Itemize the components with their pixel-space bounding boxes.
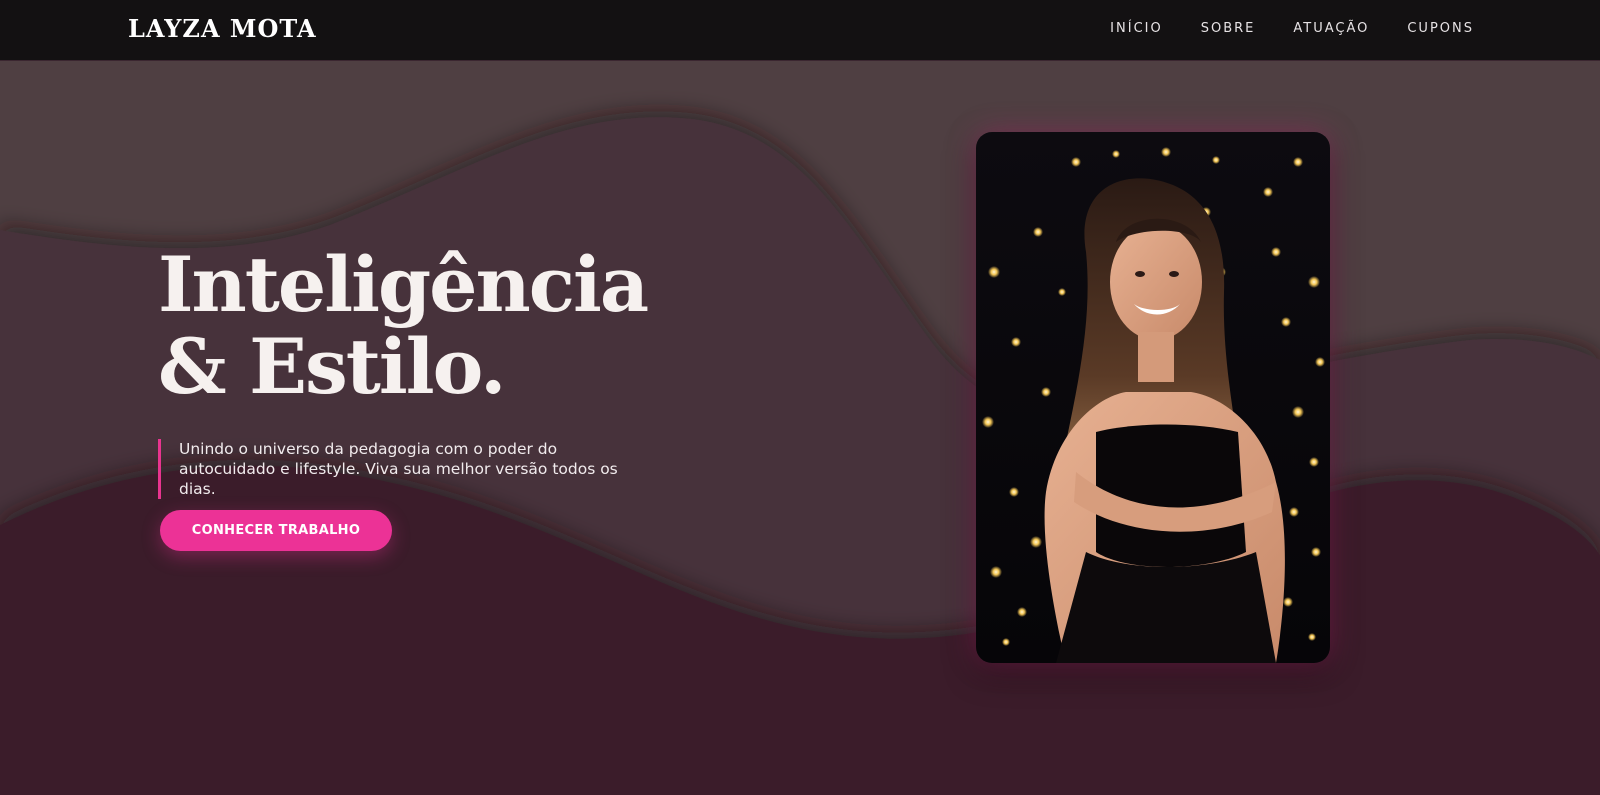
hero-description: Unindo o universo da pedagogia com o pod… (158, 438, 649, 499)
site-logo[interactable]: LAYZA MOTA (128, 14, 317, 43)
navbar: LAYZA MOTA INÍCIO SOBRE ATUAÇÃO CUPONS (0, 0, 1600, 61)
hero-title-line-1: Inteligência (158, 240, 649, 329)
main-nav: INÍCIO SOBRE ATUAÇÃO CUPONS (1110, 21, 1474, 36)
hero-photo (976, 132, 1330, 663)
portrait-illustration (976, 132, 1330, 663)
nav-link-cupons[interactable]: CUPONS (1407, 21, 1474, 36)
hero-title-line-2: & Estilo. (158, 322, 506, 411)
landing-page: LAYZA MOTA INÍCIO SOBRE ATUAÇÃO CUPONS I… (0, 0, 1600, 795)
nav-link-sobre[interactable]: SOBRE (1201, 21, 1256, 36)
nav-link-inicio[interactable]: INÍCIO (1110, 21, 1163, 36)
hero-title: Inteligência & Estilo. (158, 240, 649, 411)
cta-conhecer-trabalho-button[interactable]: CONHECER TRABALHO (160, 510, 392, 551)
nav-link-atuacao[interactable]: ATUAÇÃO (1293, 21, 1369, 36)
